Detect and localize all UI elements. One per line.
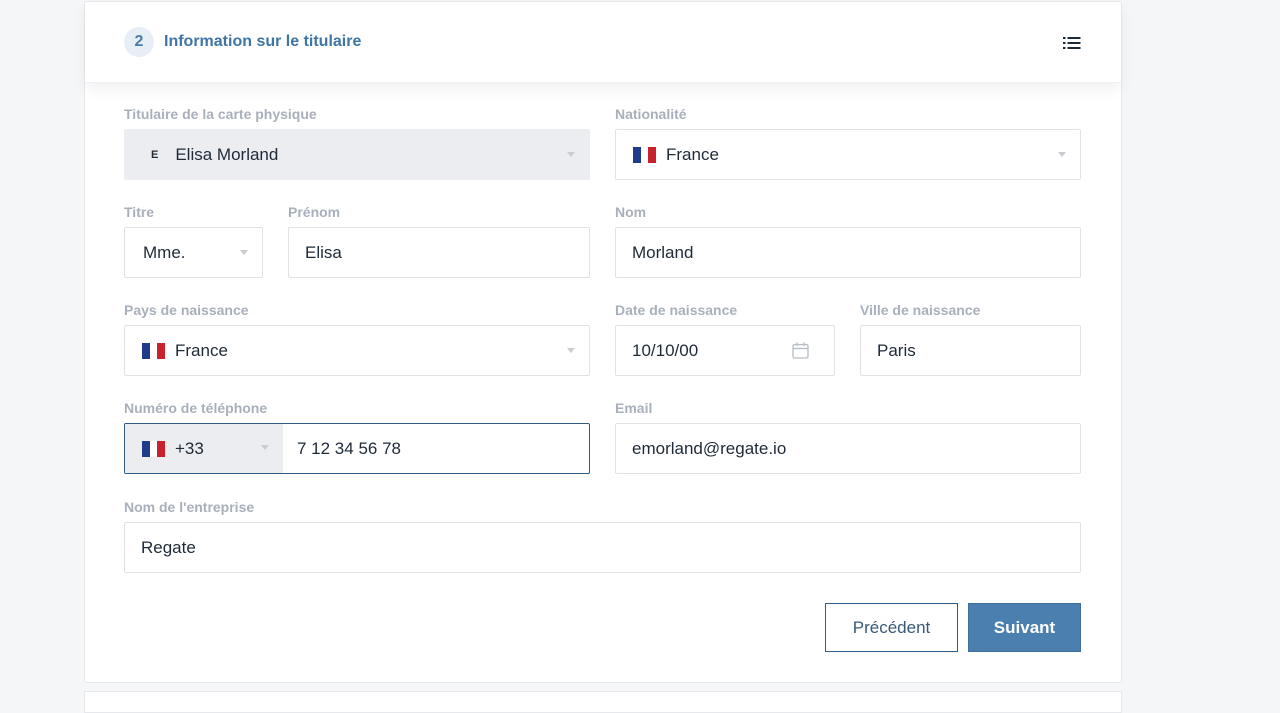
company-label: Nom de l'entreprise: [124, 499, 255, 515]
birth-city-input[interactable]: Paris: [860, 325, 1081, 376]
phone-label: Numéro de téléphone: [124, 400, 268, 416]
title-value: Mme.: [143, 242, 186, 262]
nationality-select[interactable]: France: [615, 129, 1081, 180]
chevron-down-icon: [261, 445, 269, 450]
first-name-value: Elisa: [305, 242, 342, 262]
company-value: Regate: [141, 537, 196, 557]
holder-value: Elisa Morland: [175, 144, 279, 164]
title-label: Titre: [124, 204, 155, 220]
chevron-down-icon: [567, 348, 575, 353]
holder-select[interactable]: E Elisa Morland: [124, 129, 590, 180]
france-flag-icon: [142, 440, 166, 457]
chevron-down-icon: [240, 250, 248, 255]
last-name-label: Nom: [615, 204, 647, 220]
phone-number-input[interactable]: 7 12 34 56 78: [283, 439, 401, 459]
previous-button[interactable]: Précédent: [825, 603, 958, 652]
birth-date-value: 10/10/00: [632, 340, 699, 360]
france-flag-icon: [142, 342, 166, 359]
birth-date-input[interactable]: 10/10/00: [615, 325, 835, 376]
last-name-value: Morland: [632, 242, 694, 262]
chevron-down-icon: [567, 152, 575, 157]
birth-country-select[interactable]: France: [124, 325, 590, 376]
birth-city-value: Paris: [877, 340, 916, 360]
nationality-value: France: [666, 144, 719, 164]
birth-date-label: Date de naissance: [615, 302, 738, 318]
email-input[interactable]: emorland@regate.io: [615, 423, 1081, 474]
nationality-label: Nationalité: [615, 106, 687, 122]
holder-label: Titulaire de la carte physique: [124, 106, 317, 122]
title-select[interactable]: Mme.: [124, 227, 263, 278]
next-button[interactable]: Suivant: [968, 603, 1081, 652]
france-flag-icon: [633, 146, 657, 163]
calendar-icon[interactable]: [792, 342, 809, 359]
holder-info-card: 2 Information sur le titulaire Titulaire…: [84, 1, 1122, 683]
chevron-down-icon: [1058, 152, 1066, 157]
section-title: Information sur le titulaire: [164, 33, 362, 50]
step-number: 2: [124, 27, 154, 57]
holder-initial: E: [151, 148, 159, 161]
phone-input-group: +33 7 12 34 56 78: [124, 423, 590, 474]
card-header: 2 Information sur le titulaire: [85, 2, 1121, 83]
email-value: emorland@regate.io: [632, 438, 787, 458]
email-label: Email: [615, 400, 653, 416]
birth-country-label: Pays de naissance: [124, 302, 249, 318]
country-code-select[interactable]: +33: [125, 424, 283, 473]
birth-country-value: France: [175, 340, 228, 360]
next-section-card: [84, 691, 1122, 713]
list-icon[interactable]: [1063, 35, 1081, 51]
country-code-value: +33: [175, 438, 204, 458]
last-name-input[interactable]: Morland: [615, 227, 1081, 278]
first-name-input[interactable]: Elisa: [288, 227, 590, 278]
first-name-label: Prénom: [288, 204, 341, 220]
birth-city-label: Ville de naissance: [860, 302, 981, 318]
company-input[interactable]: Regate: [124, 522, 1081, 573]
